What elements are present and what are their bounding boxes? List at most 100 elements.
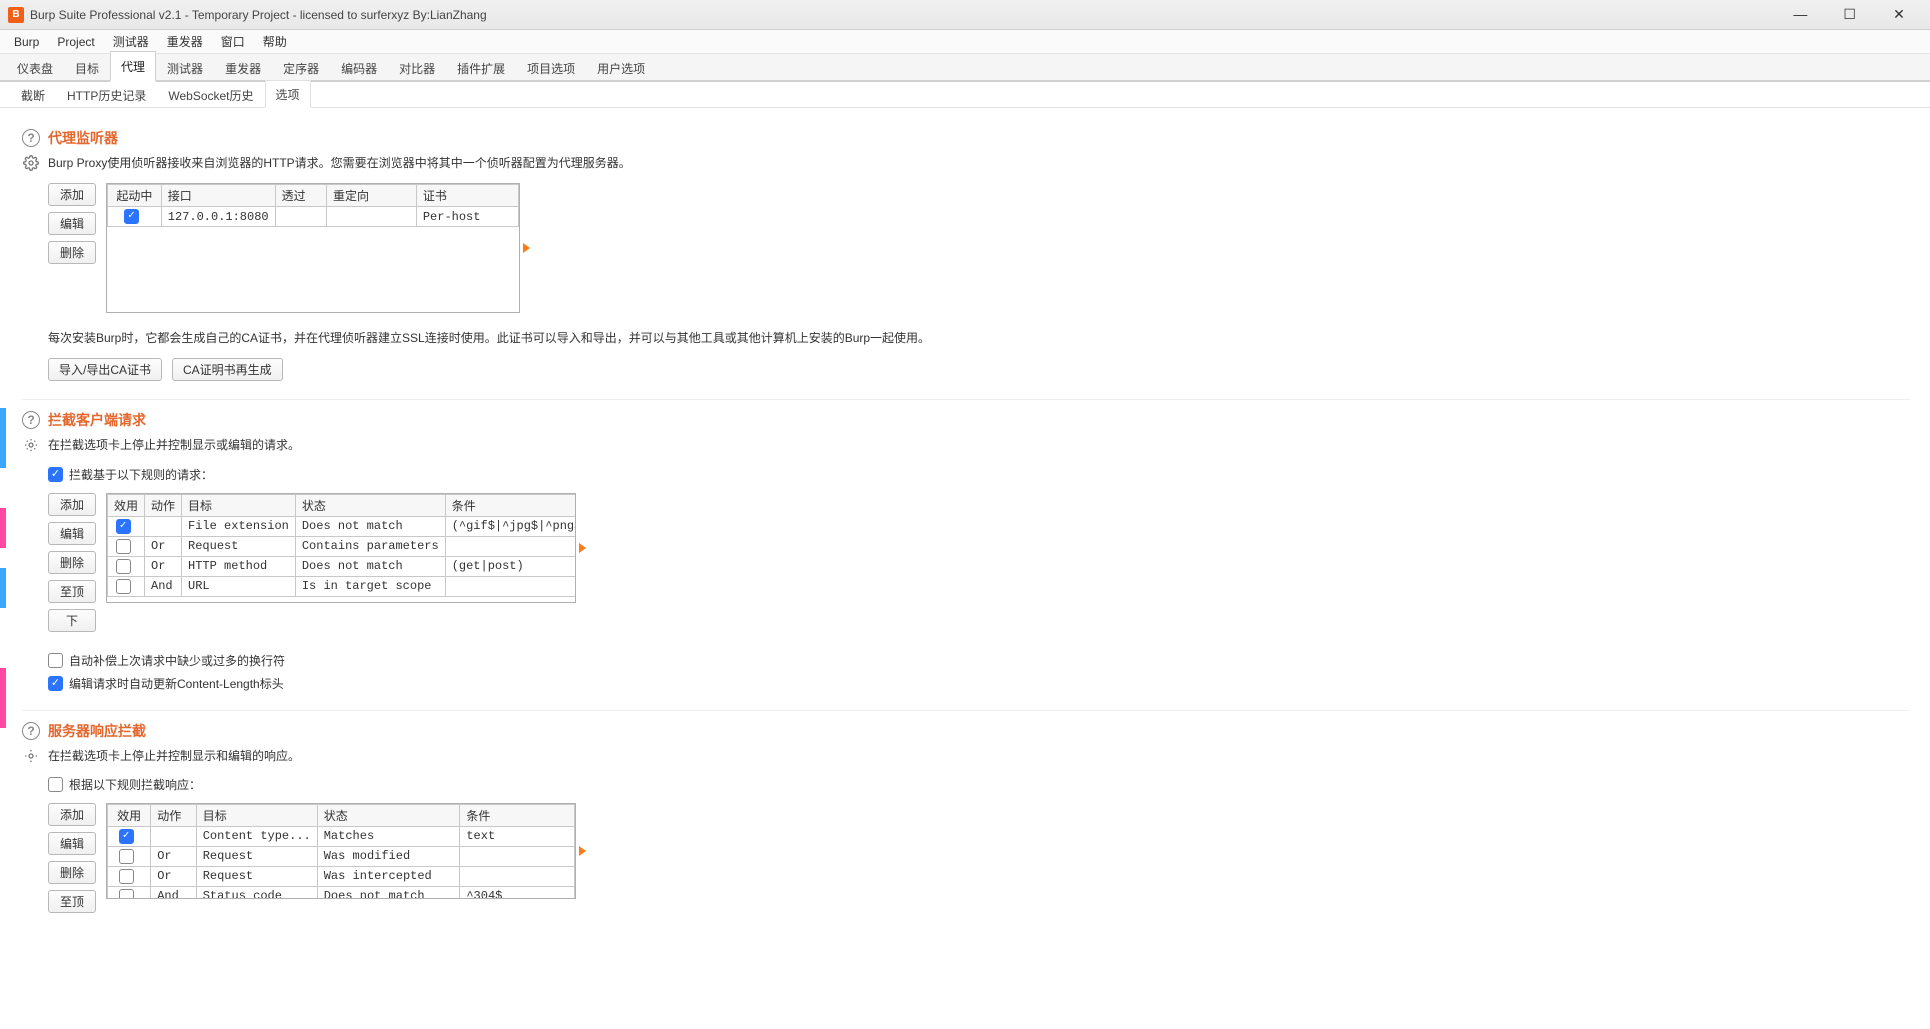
top-button[interactable]: 至顶 [48,580,96,603]
help-icon[interactable]: ? [22,129,40,147]
menu-repeater[interactable]: 重发器 [159,31,211,52]
tab-proxy[interactable]: 代理 [110,51,156,82]
menu-burp[interactable]: Burp [6,33,47,51]
col-condition[interactable]: 条件 [445,494,576,516]
tab-extender[interactable]: 插件扩展 [446,53,516,82]
rule-enabled-checkbox[interactable] [119,849,134,864]
resize-handle-icon[interactable] [579,543,586,553]
col-operator[interactable]: 动作 [151,804,196,826]
table-row[interactable]: Or Request Was modified [108,846,575,866]
update-content-length-checkbox[interactable] [48,676,63,691]
table-row[interactable]: Or HTTP method Does not match (get|post) [108,556,577,576]
table-row[interactable]: 127.0.0.1:8080 Per-host [108,207,519,227]
rule-enabled-checkbox[interactable] [116,559,131,574]
close-icon[interactable]: ✕ [1876,6,1922,23]
rule-enabled-checkbox[interactable] [119,829,134,844]
tab-repeater[interactable]: 重发器 [214,53,272,82]
import-export-ca-button[interactable]: 导入/导出CA证书 [48,358,162,381]
gear-icon[interactable] [22,747,40,765]
menu-help[interactable]: 帮助 [255,31,295,52]
rule-enabled-checkbox[interactable] [119,869,134,884]
subtab-options[interactable]: 选项 [265,80,311,108]
maximize-icon[interactable]: ☐ [1827,6,1873,23]
add-button[interactable]: 添加 [48,803,96,826]
ca-note: 每次安装Burp时，它都会生成自己的CA证书，并在代理侦听器建立SSL连接时使用… [48,329,1910,348]
proxy-subtabs: 截断 HTTP历史记录 WebSocket历史 选项 [0,82,1930,108]
table-header-row: 起动中 接口 透过 重定向 证书 [108,185,519,207]
col-match[interactable]: 目标 [196,804,317,826]
col-enabled[interactable]: 效用 [108,804,151,826]
gear-icon[interactable] [22,436,40,454]
client-rules-table[interactable]: 效用 动作 目标 状态 条件 File extension Does not m… [107,494,576,597]
col-relationship[interactable]: 状态 [295,494,445,516]
table-row[interactable]: Or Request Was intercepted [108,866,575,886]
intercept-response-rules-checkbox[interactable] [48,777,63,792]
rule-enabled-checkbox[interactable] [116,579,131,594]
tab-project-options[interactable]: 项目选项 [516,53,586,82]
col-condition[interactable]: 条件 [460,804,575,826]
section-intercept-server-responses: ? 服务器响应拦截 在拦截选项卡上停止并控制显示和编辑的响应。 根据以下规则拦截… [22,711,1910,931]
tab-decoder[interactable]: 编码器 [330,53,388,82]
col-operator[interactable]: 动作 [145,494,182,516]
edit-button[interactable]: 编辑 [48,832,96,855]
delete-button[interactable]: 删除 [48,861,96,884]
app-icon: B [8,7,24,23]
table-row[interactable]: And URL Is in target scope [108,576,577,596]
menu-project[interactable]: Project [49,33,102,51]
minimize-icon[interactable]: — [1777,6,1823,22]
section-title: 服务器响应拦截 [48,721,146,741]
tab-user-options[interactable]: 用户选项 [586,53,656,82]
tab-target[interactable]: 目标 [64,53,110,82]
help-icon[interactable]: ? [22,722,40,740]
menu-window[interactable]: 窗口 [213,31,253,52]
menu-intruder[interactable]: 测试器 [105,31,157,52]
resize-handle-icon[interactable] [579,846,586,856]
menubar: Burp Project 测试器 重发器 窗口 帮助 [0,30,1930,54]
table-row[interactable]: And Status code Does not match ^304$ [108,886,575,899]
tab-sequencer[interactable]: 定序器 [272,53,330,82]
col-cert[interactable]: 证书 [416,185,518,207]
down-button[interactable]: 下 [48,609,96,632]
options-scroll[interactable]: ? 代理监听器 Burp Proxy使用侦听器接收来自浏览器的HTTP请求。您需… [10,108,1930,1029]
intercept-rules-checkbox[interactable] [48,467,63,482]
auto-fix-newlines-label: 自动补偿上次请求中缺少或过多的换行符 [69,652,285,669]
running-checkbox[interactable] [124,209,139,224]
subtab-http-history[interactable]: HTTP历史记录 [56,81,157,108]
col-enabled[interactable]: 效用 [108,494,145,516]
response-rules-table[interactable]: 效用 动作 目标 状态 条件 Content type... Matches t… [107,804,575,899]
resize-handle-icon[interactable] [523,243,530,253]
col-interface[interactable]: 接口 [161,185,275,207]
left-rail [0,108,10,1029]
auto-fix-newlines-checkbox[interactable] [48,653,63,668]
col-invisible[interactable]: 透过 [275,185,326,207]
edit-button[interactable]: 编辑 [48,212,96,235]
add-button[interactable]: 添加 [48,183,96,206]
table-row[interactable]: Or Request Contains parameters [108,536,577,556]
table-row[interactable]: File extension Does not match (^gif$|^jp… [108,516,577,536]
delete-button[interactable]: 删除 [48,241,96,264]
tab-dashboard[interactable]: 仪表盘 [6,53,64,82]
top-button[interactable]: 至顶 [48,890,96,913]
col-running[interactable]: 起动中 [108,185,162,207]
subtab-ws-history[interactable]: WebSocket历史 [157,81,264,108]
delete-button[interactable]: 删除 [48,551,96,574]
section-title: 代理监听器 [48,128,118,148]
subtab-intercept[interactable]: 截断 [10,81,56,108]
help-icon[interactable]: ? [22,411,40,429]
col-relationship[interactable]: 状态 [317,804,460,826]
rule-enabled-checkbox[interactable] [116,519,131,534]
rule-enabled-checkbox[interactable] [119,889,134,899]
section-intercept-client-requests: ? 拦截客户端请求 在拦截选项卡上停止并控制显示或编辑的请求。 拦截基于以下规则… [22,400,1910,710]
tab-intruder[interactable]: 测试器 [156,53,214,82]
regen-ca-button[interactable]: CA证明书再生成 [172,358,283,381]
col-match[interactable]: 目标 [182,494,296,516]
listeners-table[interactable]: 起动中 接口 透过 重定向 证书 127.0.0.1:8080 Per-host [107,184,519,227]
table-header-row: 效用 动作 目标 状态 条件 [108,494,577,516]
table-row[interactable]: Content type... Matches text [108,826,575,846]
edit-button[interactable]: 编辑 [48,522,96,545]
rule-enabled-checkbox[interactable] [116,539,131,554]
gear-icon[interactable] [22,154,40,172]
add-button[interactable]: 添加 [48,493,96,516]
col-redirect[interactable]: 重定向 [327,185,417,207]
tab-comparer[interactable]: 对比器 [388,53,446,82]
